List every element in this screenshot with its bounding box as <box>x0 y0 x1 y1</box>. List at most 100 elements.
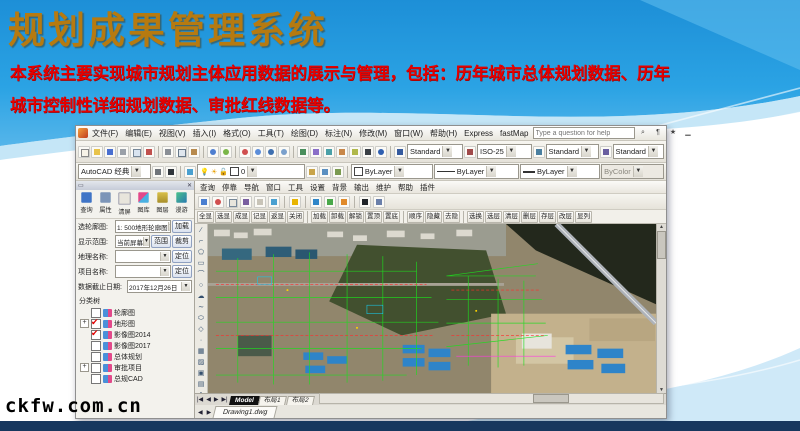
menu-tools[interactable]: 工具(T) <box>255 128 287 139</box>
checkbox[interactable] <box>91 341 101 351</box>
point-query-icon[interactable] <box>212 196 224 208</box>
search-icon[interactable]: ⌕ <box>637 127 650 139</box>
checkbox[interactable] <box>91 363 101 373</box>
imenu-navigate[interactable]: 导航 <box>241 182 262 193</box>
tab-first-icon[interactable]: |◀ <box>196 396 204 405</box>
btn-hide[interactable]: 隐藏 <box>425 211 442 223</box>
layout2-tab[interactable]: 布局2 <box>286 396 315 405</box>
vertical-scroll-thumb[interactable] <box>657 231 666 259</box>
map-viewport[interactable] <box>208 224 656 393</box>
save-icon[interactable] <box>104 146 116 158</box>
sheetset-icon[interactable] <box>336 146 348 158</box>
imenu-output[interactable]: 输出 <box>351 182 372 193</box>
horizontal-scroll-thumb[interactable] <box>533 394 569 403</box>
imenu-query[interactable]: 查询 <box>197 182 218 193</box>
properties-icon[interactable] <box>297 146 309 158</box>
btn-order[interactable]: 顺序 <box>407 211 424 223</box>
tab-prev-icon[interactable]: ◀ <box>205 396 212 405</box>
layer-combo[interactable]: 💡 ☀ 🔓 0 ▼ <box>197 164 305 179</box>
btn-send-bottom[interactable]: 置底 <box>383 211 400 223</box>
tree-item-approval[interactable]: + 审批项目 <box>78 362 192 373</box>
imenu-tools[interactable]: 工具 <box>285 182 306 193</box>
linetype-control-combo[interactable]: ByLayer ▼ <box>434 164 519 179</box>
designcenter-icon[interactable] <box>310 146 322 158</box>
workspace-combo[interactable]: AutoCAD 经典 ▼ <box>78 164 151 179</box>
btn-delete-layer[interactable]: 删层 <box>521 211 538 223</box>
chevron-down-icon[interactable]: ▼ <box>567 166 577 177</box>
mleader-style-combo[interactable]: Standard ▼ <box>613 144 664 159</box>
help-icon[interactable] <box>375 146 387 158</box>
layer-properties-icon[interactable] <box>184 166 196 178</box>
imenu-maintain[interactable]: 维护 <box>373 182 394 193</box>
dark-view-icon[interactable] <box>359 196 371 208</box>
palette-titlebar[interactable]: ▭ ✕ <box>76 181 194 190</box>
layers-tool-button[interactable]: 图层 <box>153 192 171 216</box>
rect-query-icon[interactable] <box>226 196 238 208</box>
imenu-window[interactable]: 窗口 <box>263 182 284 193</box>
expander-icon[interactable]: + <box>80 363 89 372</box>
btn-clear-layer[interactable]: 清层 <box>503 211 520 223</box>
star-icon[interactable]: ★ <box>667 127 680 139</box>
menu-format[interactable]: 格式(O) <box>220 128 254 139</box>
export-icon[interactable] <box>268 196 280 208</box>
tab-next-icon[interactable]: ▶ <box>213 396 220 405</box>
workspace-settings-icon[interactable] <box>152 166 164 178</box>
tree-item-masterplan[interactable]: + 总体规划 <box>78 351 192 362</box>
chevron-down-icon[interactable]: ▼ <box>168 222 171 231</box>
display-range-combo[interactable]: 当前屏幕 ▼ <box>115 235 150 248</box>
lineweight-control-combo[interactable]: ByLayer ▼ <box>520 164 600 179</box>
document-tab[interactable]: Drawing1.dwg <box>213 406 278 418</box>
zoom-previous-icon[interactable] <box>278 146 290 158</box>
btn-show-selected[interactable]: 选显 <box>215 211 232 223</box>
data-date-picker[interactable]: 2017年12月26日 ▼ <box>127 280 192 293</box>
menu-draw[interactable]: 绘图(D) <box>288 128 321 139</box>
palette-blue-icon[interactable] <box>310 196 322 208</box>
btn-save-layer[interactable]: 存层 <box>539 211 556 223</box>
query-tool-button[interactable]: 查询 <box>77 192 95 216</box>
make-object-layer-icon[interactable] <box>306 166 318 178</box>
palette-green-icon[interactable] <box>324 196 336 208</box>
locate-button[interactable]: 定位 <box>172 250 192 263</box>
publish-icon[interactable] <box>143 146 155 158</box>
menu-view[interactable]: 视图(V) <box>156 128 189 139</box>
table-tool-icon[interactable]: ▤ <box>198 379 205 390</box>
redo-icon[interactable] <box>220 146 232 158</box>
horizontal-scrollbar[interactable] <box>319 393 664 404</box>
contour-map-combo[interactable]: 1: 500地形轮廓图 ▼ <box>115 220 171 233</box>
btn-bring-top[interactable]: 置顶 <box>365 211 382 223</box>
hatch-tool-icon[interactable]: ▦ <box>198 346 205 357</box>
btn-change-layer[interactable]: 改层 <box>557 211 574 223</box>
plot-icon[interactable] <box>117 146 129 158</box>
zoom-realtime-icon[interactable] <box>252 146 264 158</box>
gradient-tool-icon[interactable]: ▨ <box>198 357 205 368</box>
menu-modify[interactable]: 修改(M) <box>356 128 390 139</box>
chevron-down-icon[interactable]: ▼ <box>581 146 591 157</box>
mleader-style-icon[interactable] <box>600 146 612 158</box>
spline-tool-icon[interactable]: ∼ <box>198 302 204 313</box>
clip-button[interactable]: 裁剪 <box>172 235 192 248</box>
region-tool-icon[interactable]: ▣ <box>198 368 205 379</box>
table-style-icon[interactable] <box>533 146 545 158</box>
menu-edit[interactable]: 编辑(E) <box>122 128 155 139</box>
point-tool-icon[interactable]: · <box>200 335 202 346</box>
marker-icon[interactable] <box>289 196 301 208</box>
btn-select-layer[interactable]: 选层 <box>485 211 502 223</box>
doc-next-icon[interactable]: ▶ <box>206 409 213 418</box>
pline-tool-icon[interactable]: ⌐ <box>199 236 203 247</box>
imenu-settings[interactable]: 设置 <box>307 182 328 193</box>
locate-button-2[interactable]: 定位 <box>172 265 192 278</box>
layer-states-icon[interactable] <box>332 166 344 178</box>
workspace-save-icon[interactable] <box>165 166 177 178</box>
color-control-combo[interactable]: ByLayer ▼ <box>351 164 433 179</box>
layer-previous-icon[interactable] <box>319 166 331 178</box>
tree-item-cad[interactable]: + 总规CAD <box>78 373 192 384</box>
phone-query-icon[interactable] <box>240 196 252 208</box>
chevron-down-icon[interactable]: ▼ <box>247 166 257 177</box>
btn-show-all[interactable]: 全显 <box>197 211 214 223</box>
preview-icon[interactable] <box>130 146 142 158</box>
qcalc-icon[interactable] <box>362 146 374 158</box>
chevron-down-icon[interactable]: ▼ <box>442 146 452 157</box>
copy-icon[interactable] <box>175 146 187 158</box>
insert-block-icon[interactable]: ◇ <box>198 324 203 335</box>
properties-tool-button[interactable]: 属性 <box>96 192 114 216</box>
